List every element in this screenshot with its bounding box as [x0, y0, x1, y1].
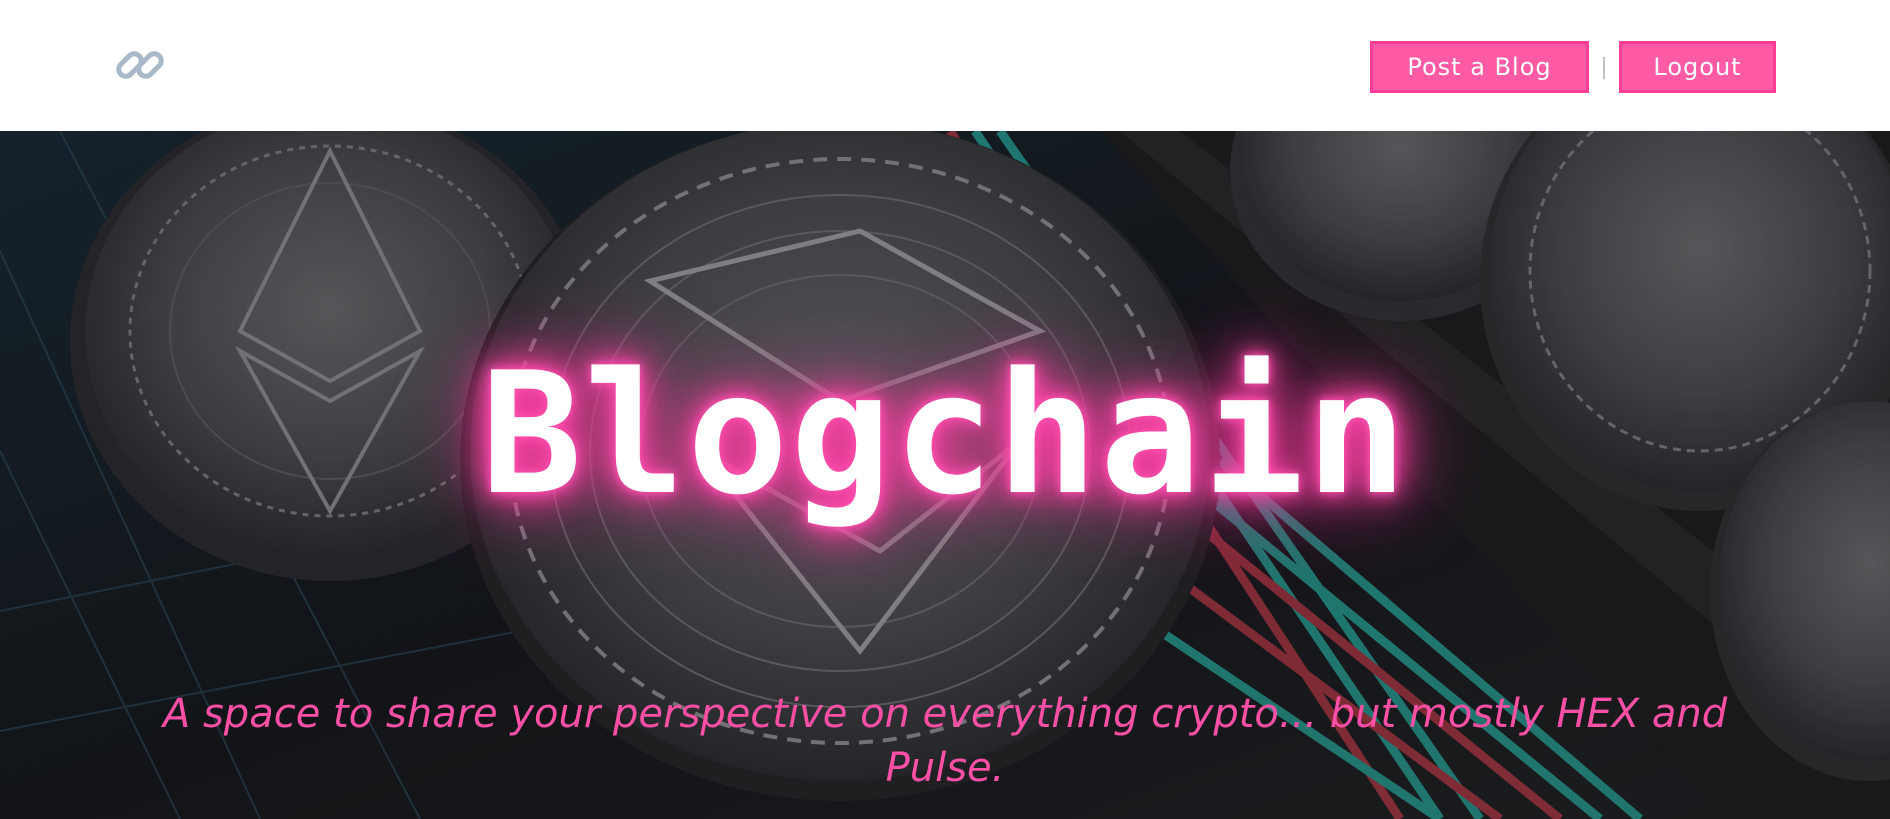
link-icon[interactable]: [111, 36, 169, 94]
nav-actions: Post a Blog | Logout: [1370, 40, 1776, 94]
hero-title: Blogchain: [480, 336, 1410, 532]
nav-separator: |: [1600, 54, 1608, 80]
hero-banner: Blogchain A space to share your perspect…: [0, 131, 1890, 819]
post-blog-button[interactable]: Post a Blog: [1370, 41, 1589, 93]
logout-button[interactable]: Logout: [1619, 41, 1776, 93]
hero-tagline: A space to share your perspective on eve…: [162, 691, 1728, 791]
top-navbar: Post a Blog | Logout: [0, 0, 1890, 131]
